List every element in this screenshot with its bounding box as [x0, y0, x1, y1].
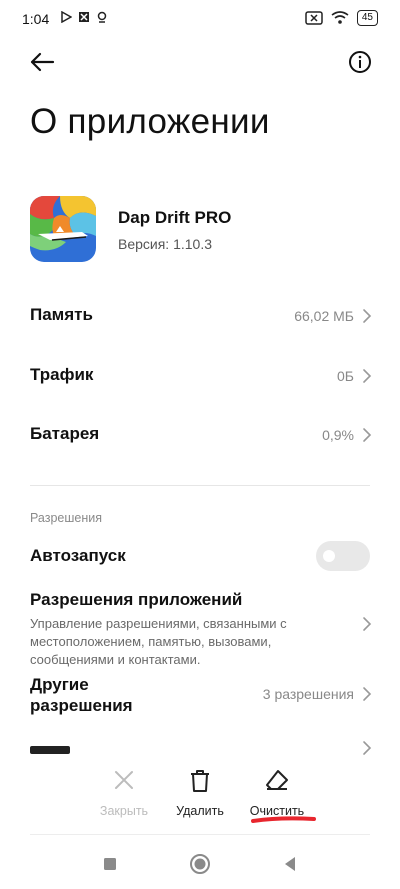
- battery-indicator: 45: [356, 10, 378, 26]
- toggle-knob: [323, 550, 335, 562]
- app-notification-icon: [79, 12, 89, 22]
- storage-row[interactable]: Память 66,02 МБ: [0, 292, 400, 340]
- app-permissions-description: Управление разрешениями, связанными с ме…: [30, 616, 287, 667]
- arrow-left-icon: [30, 52, 55, 72]
- close-icon: [115, 771, 133, 789]
- battery-label: Батарея: [30, 424, 100, 443]
- home-button[interactable]: [188, 852, 212, 876]
- triangle-back-icon: [285, 857, 295, 871]
- status-right-icons: 45: [305, 10, 378, 26]
- storage-label: Память: [30, 305, 93, 324]
- chevron-right-icon: [363, 428, 372, 442]
- trash-icon: [191, 770, 209, 792]
- top-app-bar: [0, 44, 400, 84]
- app-icon: [30, 196, 96, 262]
- chevron-right-icon: [363, 741, 372, 755]
- home-circle-icon: [190, 854, 210, 874]
- clear-button[interactable]: Очистить: [232, 769, 322, 818]
- status-notification-icons: [60, 11, 108, 23]
- other-permissions-row[interactable]: Другие разрешения 3 разрешения: [0, 672, 400, 722]
- battery-row[interactable]: Батарея 0,9%: [0, 411, 400, 459]
- chevron-right-icon: [363, 687, 372, 701]
- traffic-row[interactable]: Трафик 0Б: [0, 352, 400, 400]
- status-bar: 1:04 45: [0, 0, 400, 38]
- other-permissions-value: 3 разрешения: [262, 686, 354, 702]
- red-underline-mark: [251, 816, 316, 823]
- no-sim-icon: [305, 11, 323, 25]
- app-version: Версия: 1.10.3: [118, 236, 213, 252]
- traffic-label: Трафик: [30, 365, 94, 384]
- section-divider: [30, 485, 370, 486]
- bottom-action-bar: Закрыть Удалить Очистить: [0, 755, 400, 830]
- info-circle-icon: [349, 51, 371, 73]
- other-permissions-title-line1: Другие: [30, 675, 89, 694]
- app-permissions-title: Разрешения приложений: [30, 590, 243, 609]
- status-time: 1:04: [22, 11, 50, 27]
- eraser-icon: [266, 770, 288, 790]
- permissions-section-title: Разрешения: [30, 511, 103, 525]
- other-permissions-title-line2: разрешения: [30, 696, 133, 715]
- bottom-divider: [30, 834, 370, 835]
- app-info-card: Dap Drift PRO Версия: 1.10.3: [30, 196, 370, 264]
- location-pin-icon: [97, 11, 107, 23]
- back-nav-button[interactable]: [278, 852, 302, 876]
- recents-button[interactable]: [98, 852, 122, 876]
- system-nav-bar: [0, 840, 400, 885]
- other-permissions-title: Другие разрешения: [30, 674, 133, 716]
- autostart-label: Автозапуск: [30, 546, 126, 565]
- chevron-right-icon: [363, 617, 372, 631]
- square-icon: [104, 858, 116, 870]
- chevron-right-icon: [363, 309, 372, 323]
- info-button[interactable]: [342, 44, 378, 80]
- app-name: Dap Drift PRO: [118, 208, 232, 227]
- back-button[interactable]: [24, 44, 60, 80]
- battery-value: 0,9%: [322, 427, 354, 443]
- autostart-toggle[interactable]: [316, 541, 370, 571]
- page-title: О приложении: [30, 102, 270, 141]
- traffic-value: 0Б: [337, 368, 354, 384]
- play-icon: [61, 11, 72, 23]
- row-label-clipped: [30, 746, 70, 754]
- storage-value: 66,02 МБ: [294, 308, 354, 324]
- wifi-icon: [331, 11, 349, 24]
- chevron-right-icon: [363, 369, 372, 383]
